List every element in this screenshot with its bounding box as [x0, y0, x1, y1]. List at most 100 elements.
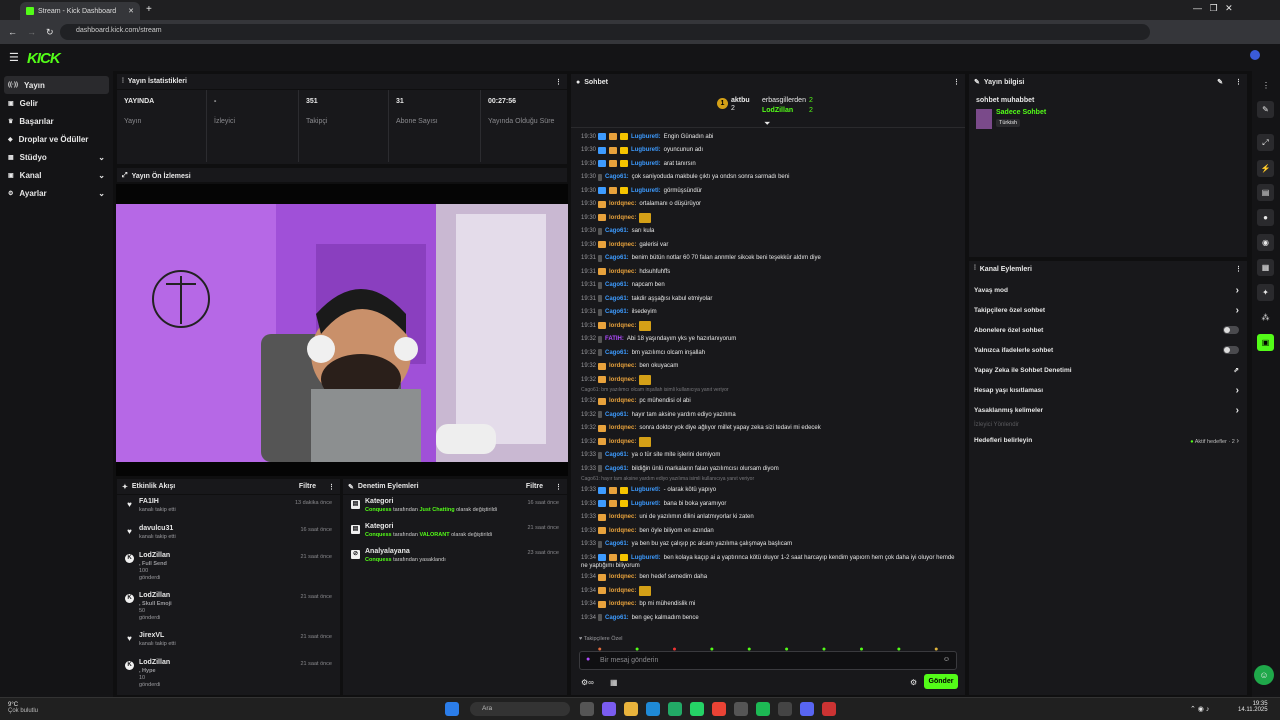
spotify-icon[interactable]: [756, 702, 770, 716]
toggle-switch[interactable]: [1223, 326, 1239, 334]
more-icon[interactable]: ⋮: [555, 483, 562, 491]
chat-username[interactable]: Cago61:: [605, 412, 629, 418]
toggle-switch[interactable]: [1223, 346, 1239, 354]
chat-username[interactable]: Lugburetl:: [631, 188, 661, 194]
more-icon[interactable]: ⋮: [953, 78, 960, 86]
chat-username[interactable]: Cago61:: [605, 296, 629, 302]
activity-filter-button[interactable]: Filtre: [299, 483, 316, 490]
channel-action-row[interactable]: Yalnızca ifadelerle sohbet: [969, 340, 1247, 360]
sidebar-item[interactable]: ▣ Gelir: [0, 94, 113, 112]
send-button[interactable]: Gönder: [924, 674, 958, 689]
chat-username[interactable]: lordqnec:: [609, 425, 636, 431]
clock[interactable]: 19:35 14.11.2025: [1238, 701, 1268, 713]
chat-username[interactable]: Lugburetl:: [631, 487, 661, 493]
channel-action-row[interactable]: Yasaklanmış kelimeler ›: [969, 400, 1247, 420]
chrome-icon[interactable]: [712, 702, 726, 716]
chat-username[interactable]: lordqnec:: [609, 242, 636, 248]
chat-tools-icon[interactable]: ▦: [610, 678, 618, 687]
sidebar-item[interactable]: ♛ Başarılar: [0, 112, 113, 130]
kick-tool-icon[interactable]: ▣: [1257, 334, 1274, 351]
moderation-actor[interactable]: Conquess: [365, 557, 392, 563]
avatar[interactable]: [1250, 50, 1260, 60]
address-bar[interactable]: dashboard.kick.com/stream: [60, 24, 1150, 40]
chat-username[interactable]: lordqnec:: [609, 215, 636, 221]
gear-icon[interactable]: ⚙: [910, 678, 917, 687]
sidebar-item[interactable]: ◆ Droplar ve Ödüller: [0, 130, 113, 148]
chat-username[interactable]: lordqnec:: [609, 398, 636, 404]
whatsapp-icon[interactable]: [690, 702, 704, 716]
taskbar-search[interactable]: Ara: [470, 702, 570, 716]
channel-action-row[interactable]: Abonelere özel sohbet: [969, 320, 1247, 340]
chat-username[interactable]: Cago61:: [605, 309, 629, 315]
chat-username[interactable]: lordqnec:: [609, 201, 636, 207]
share-tool-icon[interactable]: ⁂: [1257, 309, 1274, 326]
chat-username[interactable]: Cago61:: [605, 350, 629, 356]
chevron-right-icon[interactable]: ›: [1236, 405, 1239, 416]
chat-username[interactable]: Cago61:: [605, 255, 629, 261]
back-icon[interactable]: ←: [8, 27, 17, 37]
chat-username[interactable]: Cago61:: [605, 174, 629, 180]
more-icon[interactable]: ⋮: [328, 483, 335, 491]
more-icon[interactable]: ⋮: [555, 78, 562, 86]
chat-username[interactable]: lordqnec:: [609, 574, 636, 580]
chat-username[interactable]: Cago61:: [605, 466, 629, 472]
task-view-icon[interactable]: [580, 702, 594, 716]
moderation-actor[interactable]: Conquess: [365, 532, 392, 538]
chat-input[interactable]: ● Bir mesaj gönderin ☺: [579, 651, 957, 670]
chat-username[interactable]: lordqnec:: [609, 514, 636, 520]
external-link-icon[interactable]: ⇗: [1234, 366, 1239, 374]
kick-logo[interactable]: KICK: [27, 50, 61, 67]
category-name[interactable]: Sadece Sohbet: [996, 109, 1046, 116]
chat-username[interactable]: Lugburetl:: [631, 147, 661, 153]
sidebar-item[interactable]: ▦ Stüdyo ⌄: [0, 148, 113, 166]
chevron-right-icon[interactable]: ›: [1236, 285, 1239, 296]
sidebar-item[interactable]: ▣ Kanal ⌄: [0, 166, 113, 184]
wrench-tool-icon[interactable]: ✦: [1257, 284, 1274, 301]
chat-username[interactable]: lordqnec:: [609, 528, 636, 534]
expand-icon[interactable]: ⏷: [764, 119, 770, 129]
copilot-icon[interactable]: [602, 702, 616, 716]
app-icon[interactable]: [822, 702, 836, 716]
chat-username[interactable]: lordqnec:: [609, 588, 636, 594]
start-icon[interactable]: [445, 702, 459, 716]
chevron-right-icon[interactable]: ›: [1236, 385, 1239, 396]
moderation-filter-button[interactable]: Filtre: [526, 483, 543, 490]
chat-settings-icon[interactable]: ⚙∞: [581, 678, 594, 687]
broadcast-tool-icon[interactable]: ◉: [1257, 234, 1274, 251]
file-explorer-icon[interactable]: [624, 702, 638, 716]
chat-username[interactable]: FATIH:: [605, 336, 624, 342]
chevron-down-icon[interactable]: ⌄: [98, 153, 105, 162]
more-icon[interactable]: ⋮: [1235, 265, 1242, 273]
discord-icon[interactable]: [800, 702, 814, 716]
reload-icon[interactable]: ↻: [46, 27, 54, 38]
lightning-tool-icon[interactable]: ⚡: [1257, 160, 1274, 177]
channel-action-row[interactable]: Yavaş mod ›: [969, 280, 1247, 300]
forward-icon[interactable]: →: [27, 27, 36, 37]
support-chat-icon[interactable]: ☺: [1254, 665, 1274, 685]
expand-tool-icon[interactable]: ⤢: [1257, 134, 1274, 151]
chat-username[interactable]: lordqnec:: [609, 439, 636, 445]
clipboard-tool-icon[interactable]: ▤: [1257, 184, 1274, 201]
chat-username[interactable]: Lugburetl:: [631, 555, 661, 561]
bank-tool-icon[interactable]: ▦: [1257, 259, 1274, 276]
app-icon[interactable]: [778, 702, 792, 716]
chat-username[interactable]: Lugburetl:: [631, 501, 661, 507]
chevron-down-icon[interactable]: ⌄: [98, 189, 105, 198]
window-controls-icon[interactable]: — ❐ ✕: [1193, 3, 1233, 14]
chat-username[interactable]: Cago61:: [605, 452, 629, 458]
chat-username[interactable]: Cago61:: [605, 228, 629, 234]
chevron-right-icon[interactable]: ›: [1236, 305, 1239, 316]
chat-username[interactable]: Cago61:: [605, 282, 629, 288]
goals-row[interactable]: Hedefleri belirleyin ● Aktif hedefler · 2…: [969, 430, 1247, 450]
chat-username[interactable]: lordqnec:: [609, 269, 636, 275]
sidebar-item[interactable]: ((·)) Yayın: [4, 76, 109, 94]
chat-username[interactable]: Cago61:: [605, 615, 629, 621]
edit-icon[interactable]: ✎: [1217, 78, 1223, 86]
more-icon[interactable]: ⋮: [1262, 81, 1270, 90]
browser-tab[interactable]: Stream - Kick Dashboard ✕: [20, 2, 140, 20]
tab-close-icon[interactable]: ✕: [128, 7, 134, 15]
chat-tool-icon[interactable]: ●: [1257, 209, 1274, 226]
chat-username[interactable]: lordqnec:: [609, 377, 636, 383]
chat-username[interactable]: lordqnec:: [609, 323, 636, 329]
chat-username[interactable]: Lugburetl:: [631, 134, 661, 140]
